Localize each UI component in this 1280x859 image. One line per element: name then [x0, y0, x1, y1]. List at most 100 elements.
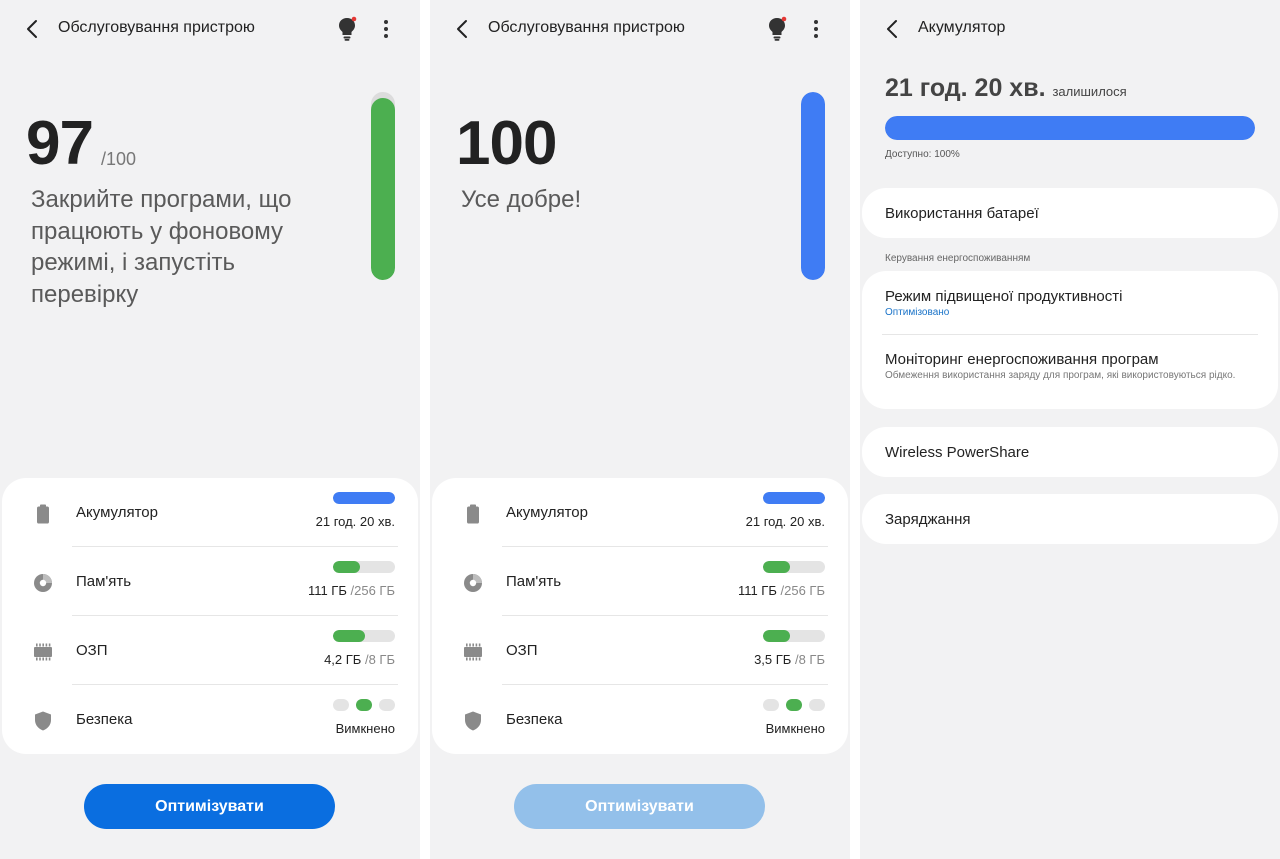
memory-chip-icon: [32, 641, 54, 663]
value-main: 21 год. 20 хв.: [745, 514, 825, 529]
battery-usage-item[interactable]: Використання батареї: [862, 188, 1278, 238]
row-label: Безпека: [76, 711, 133, 728]
row-label: Безпека: [506, 711, 563, 728]
usage-bar-fill: [333, 561, 360, 573]
row-label: ОЗП: [76, 642, 108, 659]
shield-icon: [462, 710, 484, 732]
usage-bar: [333, 561, 395, 573]
remaining-suffix: залишилося: [1052, 84, 1127, 99]
row-value: 3,5 ГБ /8 ГБ: [754, 652, 825, 667]
row-label: Пам'ять: [506, 573, 562, 590]
back-arrow-icon[interactable]: [882, 17, 904, 41]
usage-bar-fill: [763, 630, 791, 642]
row-label: Акумулятор: [76, 504, 158, 521]
wireless-powershare-item[interactable]: Wireless PowerShare: [862, 427, 1278, 477]
shield-icon: [32, 710, 54, 732]
more-options-icon[interactable]: [378, 17, 394, 41]
device-care-screen-2: Обслуговування пристрою 100 Усе добре! А…: [430, 0, 850, 859]
security-status-dots: [333, 698, 395, 712]
value-main: Вимкнено: [335, 721, 395, 736]
status-row-security[interactable]: Безпека Вимкнено: [2, 685, 418, 754]
app-power-monitoring-label: Моніторинг енергоспоживання програм: [885, 351, 1159, 368]
status-message: Закрийте програми, що працюють у фоновом…: [31, 186, 292, 308]
status-dot: [786, 699, 802, 711]
usage-bar: [763, 630, 825, 642]
score-level-fill: [371, 97, 395, 280]
status-row-storage[interactable]: Пам'ять 111 ГБ /256 ГБ: [432, 547, 848, 616]
usage-bar: [763, 561, 825, 573]
app-bar: Обслуговування пристрою: [0, 0, 420, 58]
score-max: /100: [101, 149, 137, 169]
row-value: Вимкнено: [766, 721, 825, 736]
optimize-button[interactable]: Оптимізувати: [84, 784, 335, 829]
battery-screen: Акумулятор 21 год. 20 хв. залишилося Дос…: [860, 0, 1280, 859]
score-level-bar: [371, 92, 395, 280]
row-label: ОЗП: [506, 642, 538, 659]
performance-mode-label: Режим підвищеної продуктивності: [885, 288, 1123, 305]
memory-chip-icon: [462, 641, 484, 663]
status-row-battery[interactable]: Акумулятор 21 год. 20 хв.: [2, 478, 418, 547]
device-score: 97: [26, 109, 94, 178]
back-arrow-icon[interactable]: [452, 17, 474, 41]
page-title: Обслуговування пристрою: [488, 19, 685, 36]
power-management-card: Режим підвищеної продуктивності Оптимізо…: [862, 271, 1278, 409]
security-status-dots: [763, 698, 825, 712]
wireless-powershare-label: Wireless PowerShare: [885, 444, 1030, 461]
status-row-battery[interactable]: Акумулятор 21 год. 20 хв.: [432, 478, 848, 547]
page-title: Обслуговування пристрою: [58, 19, 255, 36]
storage-pie-icon: [32, 572, 54, 594]
row-value: 21 год. 20 хв.: [316, 514, 395, 529]
section-header: Керування енергоспоживанням: [885, 253, 1031, 264]
row-value: 111 ГБ /256 ГБ: [308, 583, 395, 598]
battery-remaining: 21 год. 20 хв. залишилося: [885, 74, 1127, 103]
row-value: 111 ГБ /256 ГБ: [738, 583, 825, 598]
status-row-ram[interactable]: ОЗП 4,2 ГБ /8 ГБ: [2, 616, 418, 685]
status-row-security[interactable]: Безпека Вимкнено: [432, 685, 848, 754]
battery-level-bar: [885, 116, 1255, 140]
charging-label: Заряджання: [885, 511, 971, 528]
charging-item[interactable]: Заряджання: [862, 494, 1278, 544]
status-card: Акумулятор 21 год. 20 хв. Пам'ять 111 ГБ /2…: [2, 478, 418, 754]
usage-bar-fill: [333, 630, 366, 642]
lightbulb-tips-icon[interactable]: [766, 16, 788, 42]
value-main: 111 ГБ: [737, 583, 777, 598]
battery-usage-label: Використання батареї: [885, 205, 1039, 222]
usage-bar-fill: [763, 492, 825, 504]
score-level-fill: [801, 92, 825, 280]
app-power-monitoring-item[interactable]: Моніторинг енергоспоживання програм Обме…: [862, 335, 1278, 409]
usage-bar: [333, 492, 395, 504]
value-total: /8 ГБ: [364, 652, 395, 667]
usage-bar: [763, 492, 825, 504]
status-dot: [356, 699, 372, 711]
row-value: 4,2 ГБ /8 ГБ: [324, 652, 395, 667]
back-arrow-icon[interactable]: [22, 17, 44, 41]
row-value: 21 год. 20 хв.: [746, 514, 825, 529]
usage-bar-fill: [763, 561, 790, 573]
performance-mode-item[interactable]: Режим підвищеної продуктивності Оптимізо…: [862, 271, 1278, 334]
value-main: 3,5 ГБ: [754, 652, 792, 667]
battery-icon: [32, 503, 54, 525]
battery-available: Доступно: 100%: [885, 149, 960, 160]
value-total: /256 ГБ: [350, 583, 395, 598]
row-label: Пам'ять: [76, 573, 132, 590]
status-row-storage[interactable]: Пам'ять 111 ГБ /256 ГБ: [2, 547, 418, 616]
more-options-icon[interactable]: [808, 17, 824, 41]
app-power-monitoring-description: Обмеження використання заряду для програ…: [885, 370, 1236, 381]
app-bar: Акумулятор: [860, 0, 1280, 58]
status-dot: [333, 699, 349, 711]
device-score: 100: [456, 109, 557, 178]
lightbulb-tips-icon[interactable]: [336, 16, 358, 42]
usage-bar: [333, 630, 395, 642]
value-main: 4,2 ГБ: [324, 652, 362, 667]
optimize-button-disabled: Оптимізувати: [514, 784, 765, 829]
row-value: Вимкнено: [336, 721, 395, 736]
status-dot: [809, 699, 825, 711]
page-title: Акумулятор: [918, 19, 1006, 36]
status-row-ram[interactable]: ОЗП 3,5 ГБ /8 ГБ: [432, 616, 848, 685]
usage-bar-fill: [333, 492, 395, 504]
performance-mode-status: Оптимізовано: [885, 307, 950, 318]
value-total: /256 ГБ: [780, 583, 825, 598]
app-bar: Обслуговування пристрою: [430, 0, 850, 58]
status-card: Акумулятор 21 год. 20 хв. Пам'ять 111 ГБ /2…: [432, 478, 848, 754]
row-label: Акумулятор: [506, 504, 588, 521]
